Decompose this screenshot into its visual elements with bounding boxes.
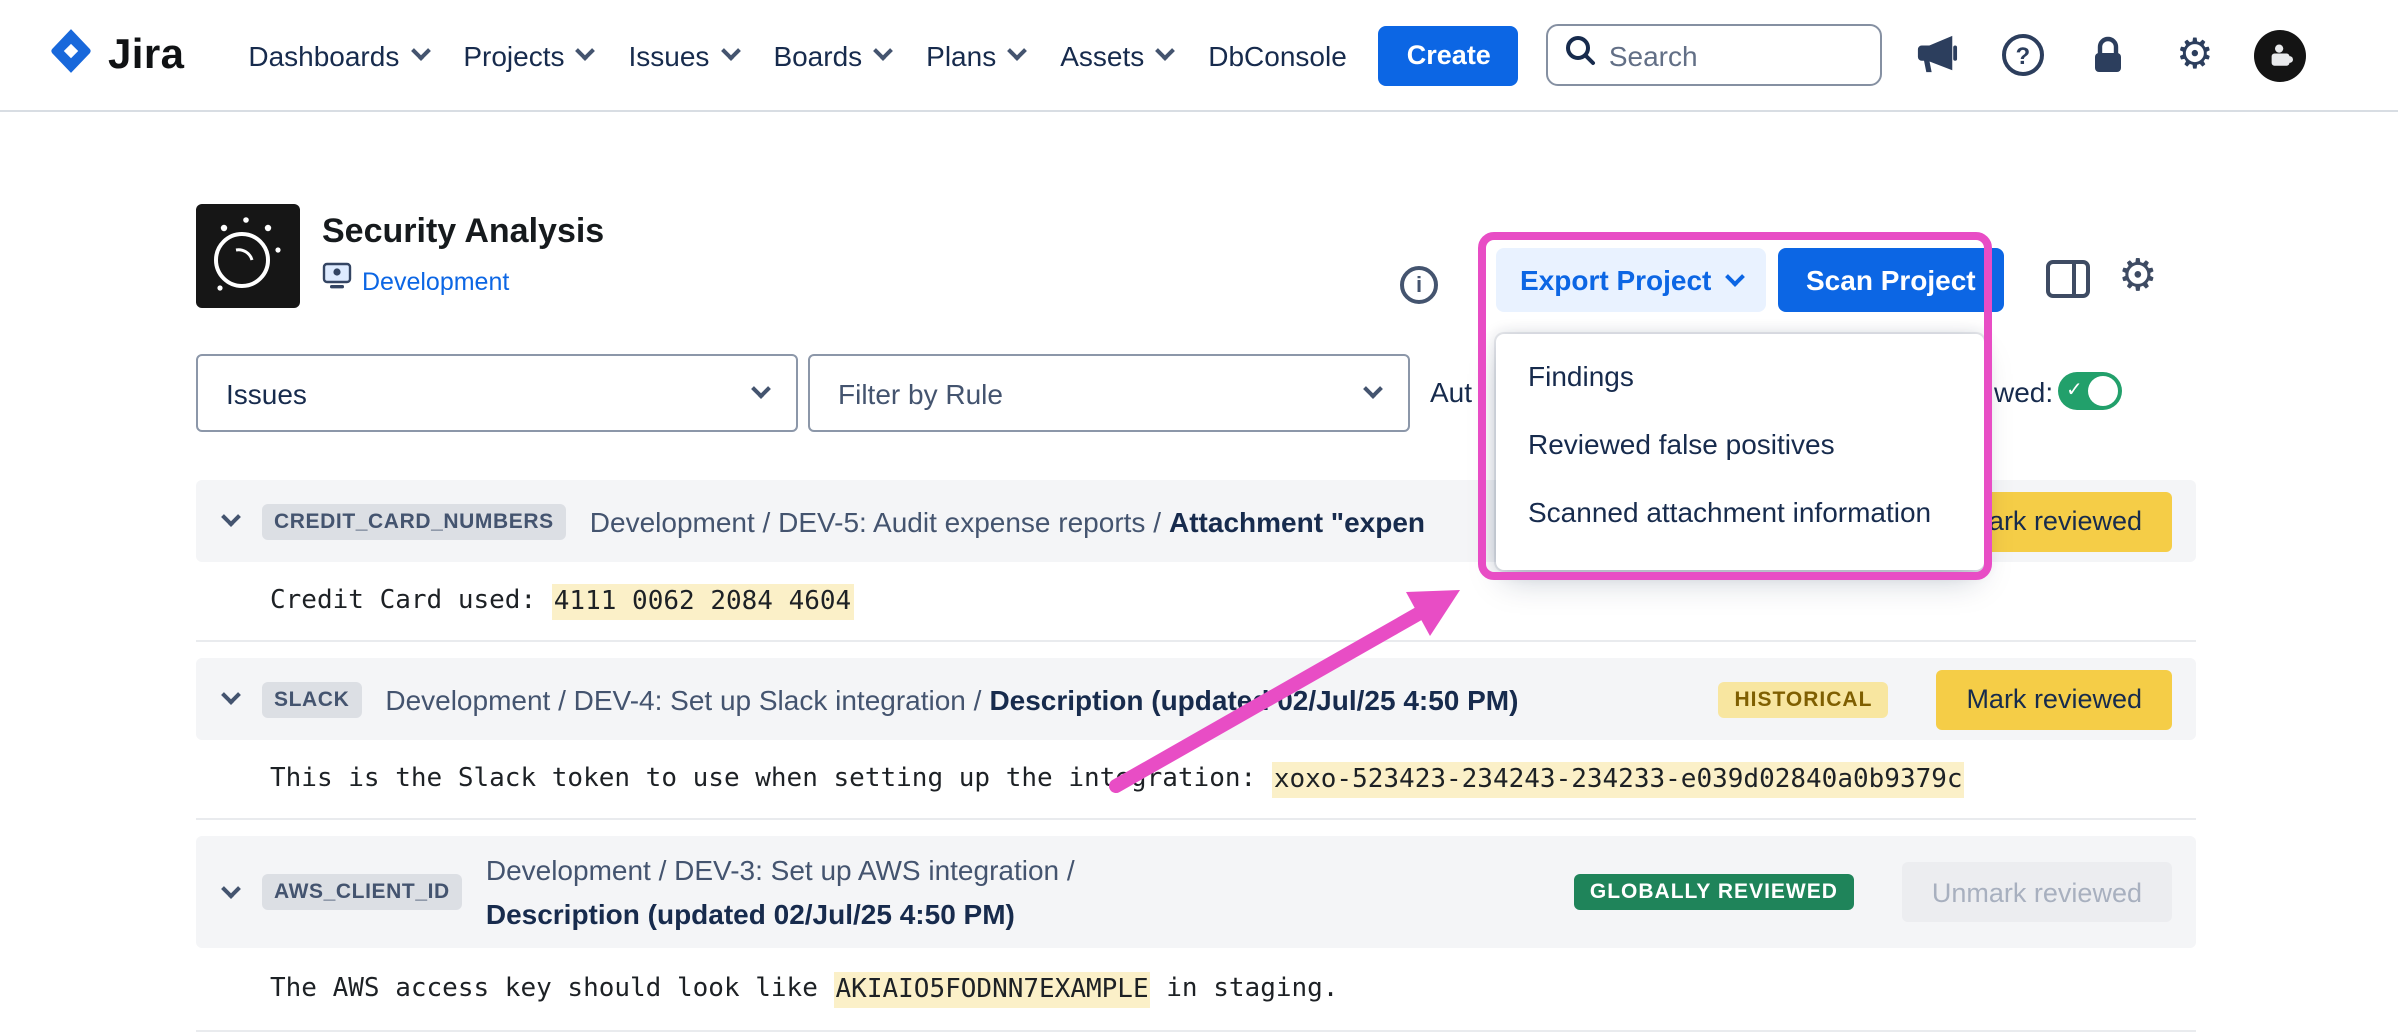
chevron-down-icon <box>1725 266 1745 286</box>
jira-logo-icon <box>46 25 96 85</box>
mark-reviewed-button[interactable]: Mark reviewed <box>1936 669 2172 729</box>
nav-item-dbconsole[interactable]: DbConsole <box>1208 39 1347 71</box>
chevron-down-icon <box>410 41 430 61</box>
finding-breadcrumb: Development / DEV-3: Set up AWS integrat… <box>486 847 1075 937</box>
secret-highlight: 4111 0062 2084 4604 <box>552 583 853 619</box>
collapse-chevron-icon[interactable] <box>221 685 241 705</box>
secret-highlight: xoxo-523423-234243-234233-e039d02840a0b9… <box>1272 761 1965 797</box>
finding-breadcrumb: Development / DEV-4: Set up Slack integr… <box>385 683 1518 715</box>
chevron-down-icon <box>1363 379 1383 399</box>
rule-badge: CREDIT_CARD_NUMBERS <box>262 503 566 539</box>
check-icon: ✓ <box>2066 380 2083 402</box>
show-reviewed-label-partial: wed: <box>1994 376 2053 408</box>
navbar-icon-group: ? ⚙ <box>1911 29 2307 81</box>
issues-filter-select[interactable]: Issues <box>196 354 798 432</box>
search-icon <box>1565 34 1597 76</box>
finding-header[interactable]: AWS_CLIENT_ID Development / DEV-3: Set u… <box>196 836 2196 948</box>
announcements-megaphone-icon[interactable] <box>1911 29 1963 81</box>
chevron-down-icon <box>1155 41 1175 61</box>
rule-filter-select[interactable]: Filter by Rule <box>808 354 1410 432</box>
project-settings-gear-icon[interactable]: ⚙ <box>2118 252 2157 302</box>
globally-reviewed-badge: GLOBALLY REVIEWED <box>1574 874 1854 910</box>
search-box[interactable] <box>1547 24 1883 86</box>
rule-badge: SLACK <box>262 681 361 717</box>
finding-row-aws: AWS_CLIENT_ID Development / DEV-3: Set u… <box>196 836 2196 1032</box>
historical-badge: HISTORICAL <box>1718 681 1888 717</box>
nav-item-dashboards[interactable]: Dashboards <box>248 39 427 71</box>
unmark-reviewed-button[interactable]: Unmark reviewed <box>1902 862 2172 922</box>
jira-logo-text: Jira <box>108 31 184 79</box>
info-icon[interactable]: i <box>1400 266 1438 304</box>
page-title: Security Analysis <box>322 212 604 252</box>
rule-badge: AWS_CLIENT_ID <box>262 874 462 910</box>
export-project-menu: Findings Reviewed false positives Scanne… <box>1496 334 1984 570</box>
jira-security-analysis-page: Jira Dashboards Projects Issues Boards P… <box>0 0 2398 1036</box>
project-header: Security Analysis Development <box>196 204 604 308</box>
settings-gear-icon[interactable]: ⚙ <box>2169 29 2221 81</box>
user-avatar[interactable] <box>2255 29 2307 81</box>
jira-logo[interactable]: Jira <box>46 25 184 85</box>
nav-item-issues[interactable]: Issues <box>629 39 738 71</box>
nav-item-assets[interactable]: Assets <box>1060 39 1172 71</box>
main-navigation: Dashboards Projects Issues Boards Plans … <box>248 39 1346 71</box>
lock-icon[interactable] <box>2083 29 2135 81</box>
collapse-chevron-icon[interactable] <box>221 507 241 527</box>
chevron-down-icon <box>873 41 893 61</box>
chevron-down-icon <box>576 41 596 61</box>
project-breadcrumb-link[interactable]: Development <box>362 267 509 295</box>
project-avatar <box>196 204 300 308</box>
scan-project-button[interactable]: Scan Project <box>1778 248 2004 312</box>
finding-content: This is the Slack token to use when sett… <box>196 740 2196 820</box>
development-project-icon <box>322 262 352 300</box>
menu-item-scanned-attachment-information[interactable]: Scanned attachment information <box>1496 478 1984 546</box>
finding-content: Credit Card used: 4111 0062 2084 4604 <box>196 562 2196 642</box>
chevron-down-icon <box>751 379 771 399</box>
finding-breadcrumb: Development / DEV-5: Audit expense repor… <box>590 505 1425 537</box>
collapse-chevron-icon[interactable] <box>221 878 241 898</box>
chevron-down-icon <box>721 41 741 61</box>
finding-content: The AWS access key should look like AKIA… <box>196 948 2196 1032</box>
top-navbar: Jira Dashboards Projects Issues Boards P… <box>0 0 2398 112</box>
details-panel-icon[interactable] <box>2046 260 2090 308</box>
chevron-down-icon <box>1007 41 1027 61</box>
nav-item-plans[interactable]: Plans <box>926 39 1024 71</box>
menu-item-findings[interactable]: Findings <box>1496 342 1984 410</box>
secret-highlight: AKIAIO5FODNN7EXAMPLE <box>834 971 1151 1007</box>
show-reviewed-toggle[interactable]: ✓ <box>2058 372 2122 410</box>
create-button[interactable]: Create <box>1379 25 1519 85</box>
search-input[interactable] <box>1609 39 1829 71</box>
nav-item-projects[interactable]: Projects <box>463 39 592 71</box>
export-project-button[interactable]: Export Project <box>1496 248 1765 312</box>
nav-item-boards[interactable]: Boards <box>773 39 890 71</box>
finding-row-slack: SLACK Development / DEV-4: Set up Slack … <box>196 658 2196 820</box>
menu-item-reviewed-false-positives[interactable]: Reviewed false positives <box>1496 410 1984 478</box>
finding-header[interactable]: SLACK Development / DEV-4: Set up Slack … <box>196 658 2196 740</box>
partially-hidden-label-left: Aut <box>1430 376 1472 408</box>
help-icon[interactable]: ? <box>1997 29 2049 81</box>
